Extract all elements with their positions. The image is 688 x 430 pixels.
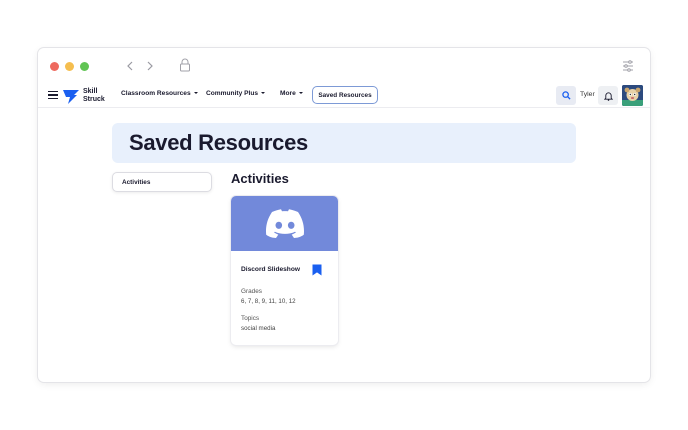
- sidebar-tab-activities[interactable]: Activities: [112, 172, 212, 192]
- close-window-button[interactable]: [50, 62, 59, 71]
- logo-text: Skill Struck: [83, 88, 105, 103]
- hamburger-menu-icon[interactable]: [48, 91, 58, 100]
- bell-icon: [603, 91, 613, 101]
- page-title: Saved Resources: [129, 130, 308, 155]
- forward-arrow-icon[interactable]: [142, 58, 158, 74]
- chevron-down-icon: [261, 92, 266, 95]
- saved-resources-button[interactable]: Saved Resources: [312, 86, 378, 104]
- browser-window: Skill Struck Classroom Resources Communi…: [38, 48, 650, 382]
- menu-more[interactable]: More: [280, 90, 303, 97]
- user-name[interactable]: Tyler: [580, 91, 595, 98]
- bookmark-icon[interactable]: [312, 263, 322, 276]
- activity-card[interactable]: Discord Slideshow Grades 6, 7, 8, 9, 11,…: [231, 196, 338, 345]
- card-thumbnail: [231, 196, 338, 251]
- search-icon: [561, 91, 571, 100]
- topics-label: Topics: [241, 315, 260, 322]
- menu-community-plus[interactable]: Community Plus: [206, 90, 266, 97]
- section-title: Activities: [231, 171, 289, 186]
- chevron-down-icon: [193, 92, 198, 95]
- maximize-window-button[interactable]: [80, 62, 89, 71]
- user-avatar[interactable]: [622, 85, 643, 106]
- grades-value: 6, 7, 8, 9, 11, 10, 12: [241, 298, 296, 305]
- minimize-window-button[interactable]: [65, 62, 74, 71]
- logo-mark-icon: [63, 90, 79, 104]
- notifications-button[interactable]: [598, 86, 618, 105]
- lock-icon: [177, 57, 193, 73]
- topics-value: social media: [241, 325, 276, 332]
- back-arrow-icon[interactable]: [122, 58, 138, 74]
- card-title[interactable]: Discord Slideshow: [241, 266, 300, 273]
- browser-titlebar: [38, 48, 650, 84]
- chevron-down-icon: [298, 92, 303, 95]
- settings-sliders-icon[interactable]: [620, 59, 636, 73]
- skillstruck-logo[interactable]: Skill Struck: [63, 86, 111, 106]
- menu-classroom-resources[interactable]: Classroom Resources: [121, 90, 198, 97]
- main-content: Saved Resources Activities Activities Di…: [38, 109, 650, 382]
- grades-label: Grades: [241, 288, 262, 295]
- page-header-banner: Saved Resources: [112, 123, 576, 163]
- search-button[interactable]: [556, 86, 576, 105]
- site-navbar: Skill Struck Classroom Resources Communi…: [38, 84, 650, 108]
- discord-logo-icon: [265, 209, 304, 238]
